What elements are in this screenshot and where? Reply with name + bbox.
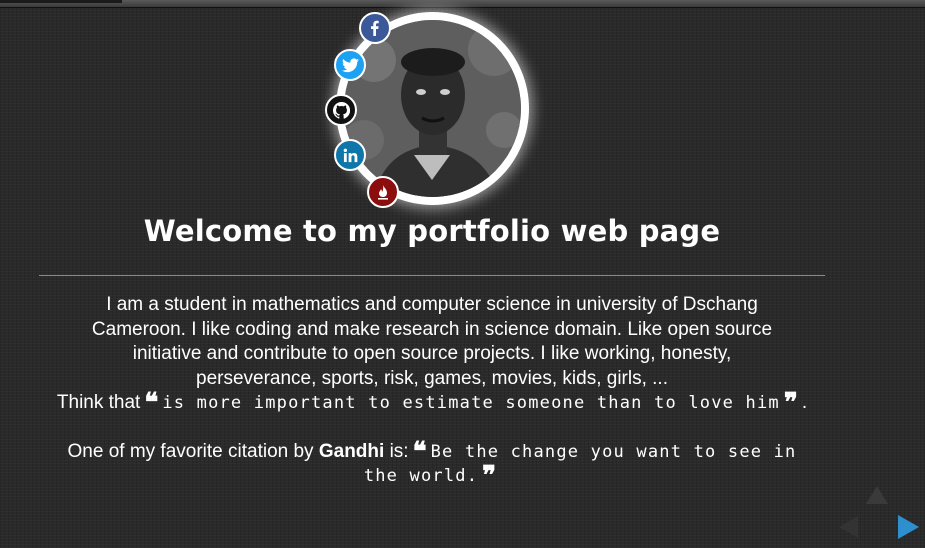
quote-open-icon: ❝ <box>412 439 427 460</box>
about-line-1: I am a student in mathematics and comput… <box>106 294 758 315</box>
blog-link[interactable] <box>367 176 399 208</box>
twitter-icon <box>341 58 359 72</box>
citation-mid: is: <box>389 440 409 462</box>
citation-line: One of my favorite citation by Gandhi is… <box>40 440 824 465</box>
think-end: . <box>801 392 808 413</box>
avatar <box>344 20 521 197</box>
divider <box>39 275 825 276</box>
citation-prefix: One of my favorite citation by <box>67 440 314 462</box>
arrow-right-icon[interactable] <box>898 515 919 539</box>
think-quote: is more important to estimate someone th… <box>162 393 780 413</box>
think-prefix: Think that <box>56 392 141 413</box>
facebook-link[interactable] <box>359 12 391 44</box>
about-text: I am a student in mathematics and comput… <box>40 293 824 489</box>
top-bar <box>0 0 925 8</box>
about-line-3: initiative and contribute to open source… <box>132 343 732 364</box>
linkedin-icon <box>343 148 357 162</box>
arrow-left-icon[interactable] <box>839 516 858 538</box>
citation-quote-1: Be the change you want to see in <box>430 441 797 462</box>
citation-author: Gandhi <box>318 440 385 462</box>
profile-photo <box>344 20 521 197</box>
linkedin-link[interactable] <box>334 139 366 171</box>
flame-icon <box>378 185 388 200</box>
think-line: Think that ❝ is more important to estimate… <box>40 391 824 416</box>
top-bar-progress <box>0 0 122 3</box>
citation-line-2: the world. ❞ <box>40 464 824 489</box>
citation-quote-2: the world. <box>363 466 479 486</box>
page-title: Welcome to my portfolio web page <box>143 214 721 248</box>
arrow-up-icon[interactable] <box>866 486 888 504</box>
quote-close-icon: ❞ <box>482 464 497 484</box>
about-line-2: Cameroon. I like coding and make researc… <box>91 318 773 340</box>
github-icon <box>332 101 350 119</box>
github-link[interactable] <box>325 94 357 126</box>
about-line-4: perseverance, sports, risk, games, movie… <box>196 367 668 389</box>
quote-close-icon: ❞ <box>783 391 798 411</box>
facebook-icon <box>371 20 379 36</box>
quote-open-icon: ❝ <box>144 391 159 411</box>
twitter-link[interactable] <box>334 49 366 81</box>
